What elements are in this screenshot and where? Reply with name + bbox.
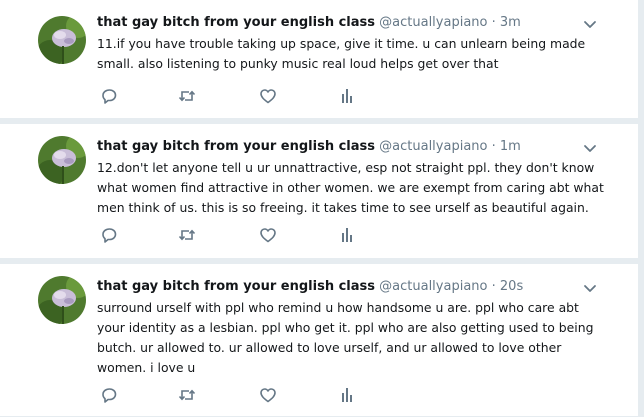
timestamp[interactable]: 20s xyxy=(500,279,523,294)
separator-dot: · xyxy=(491,15,496,30)
tweet-text-line: butch. ur allowed to. ur allowed to love… xyxy=(97,340,562,355)
heart-icon[interactable] xyxy=(258,225,278,245)
analytics-icon[interactable] xyxy=(337,225,357,245)
tweet-header: that gay bitch from your english class @… xyxy=(97,278,523,295)
retweet-icon[interactable] xyxy=(177,225,197,245)
user-handle[interactable]: @actuallyapiano xyxy=(379,15,487,30)
tweet-actions xyxy=(0,86,638,108)
tweet-text-line: what women find attractive in other wome… xyxy=(97,180,604,195)
page-background-edge xyxy=(638,0,644,417)
user-handle[interactable]: @actuallyapiano xyxy=(379,279,487,294)
timestamp[interactable]: 3m xyxy=(500,15,521,30)
separator-dot: · xyxy=(491,279,496,294)
analytics-icon[interactable] xyxy=(337,385,357,405)
heart-icon[interactable] xyxy=(258,385,278,405)
display-name[interactable]: that gay bitch from your english class xyxy=(97,139,375,154)
chevron-down-icon[interactable] xyxy=(583,16,597,28)
reply-icon[interactable] xyxy=(99,86,119,106)
reply-icon[interactable] xyxy=(99,385,119,405)
tweet-text-line: your identity as a lesbian. ppl who get … xyxy=(97,320,594,335)
tweet-header: that gay bitch from your english class @… xyxy=(97,138,521,155)
tweet-card[interactable]: that gay bitch from your english class @… xyxy=(0,264,638,417)
analytics-icon[interactable] xyxy=(337,86,357,106)
retweet-icon[interactable] xyxy=(177,385,197,405)
user-handle[interactable]: @actuallyapiano xyxy=(379,139,487,154)
tweet-text-line: small. also listening to punky music rea… xyxy=(97,56,499,71)
separator-dot: · xyxy=(491,139,496,154)
tweet-text-line: men think of us. this is so freeing. it … xyxy=(97,200,589,215)
display-name[interactable]: that gay bitch from your english class xyxy=(97,279,375,294)
tweet-card[interactable]: that gay bitch from your english class @… xyxy=(0,124,638,259)
tweet-text-line: surround urself with ppl who remind u ho… xyxy=(97,300,579,315)
heart-icon[interactable] xyxy=(258,86,278,106)
tweet-text-line: women. i love u xyxy=(97,360,196,375)
tweet-text-line: 11.if you have trouble taking up space, … xyxy=(97,36,586,51)
avatar[interactable] xyxy=(38,136,86,184)
tweet-text: surround urself with ppl who remind u ho… xyxy=(97,298,617,378)
chevron-down-icon[interactable] xyxy=(583,140,597,152)
tweet-text-line: 12.don't let anyone tell u ur unnattract… xyxy=(97,160,595,175)
retweet-icon[interactable] xyxy=(177,86,197,106)
tweet-actions xyxy=(0,225,638,247)
avatar[interactable] xyxy=(38,276,86,324)
chevron-down-icon[interactable] xyxy=(583,280,597,292)
display-name[interactable]: that gay bitch from your english class xyxy=(97,15,375,30)
tweet-text: 11.if you have trouble taking up space, … xyxy=(97,34,617,74)
tweet-actions xyxy=(0,385,638,407)
timestamp[interactable]: 1m xyxy=(500,139,521,154)
tweet-header: that gay bitch from your english class @… xyxy=(97,14,521,31)
tweet-text: 12.don't let anyone tell u ur unnattract… xyxy=(97,158,617,218)
reply-icon[interactable] xyxy=(99,225,119,245)
avatar[interactable] xyxy=(38,16,86,64)
tweet-card[interactable]: that gay bitch from your english class @… xyxy=(0,0,638,119)
timeline-feed: that gay bitch from your english class @… xyxy=(0,0,644,417)
